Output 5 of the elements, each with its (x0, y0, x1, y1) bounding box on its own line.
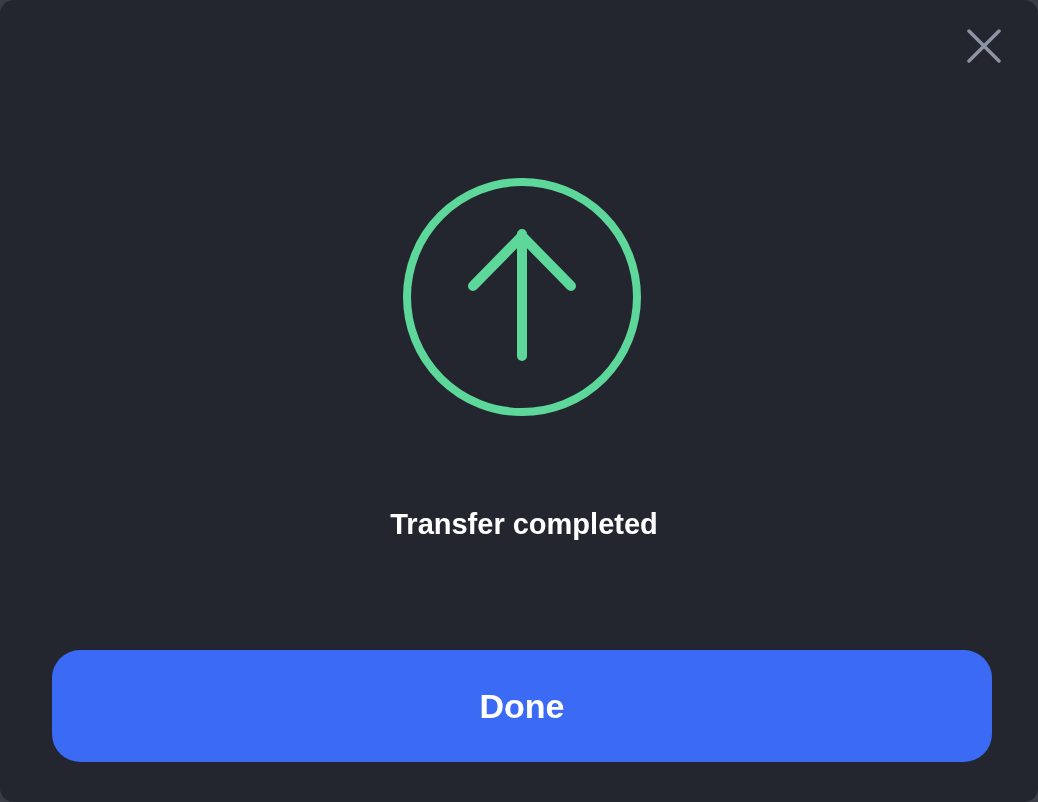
close-button[interactable] (964, 26, 1004, 66)
done-button[interactable]: Done (52, 650, 992, 762)
close-icon (967, 29, 1001, 63)
status-message: Transfer completed (390, 508, 658, 541)
upload-arrow-circle-icon (401, 176, 643, 418)
